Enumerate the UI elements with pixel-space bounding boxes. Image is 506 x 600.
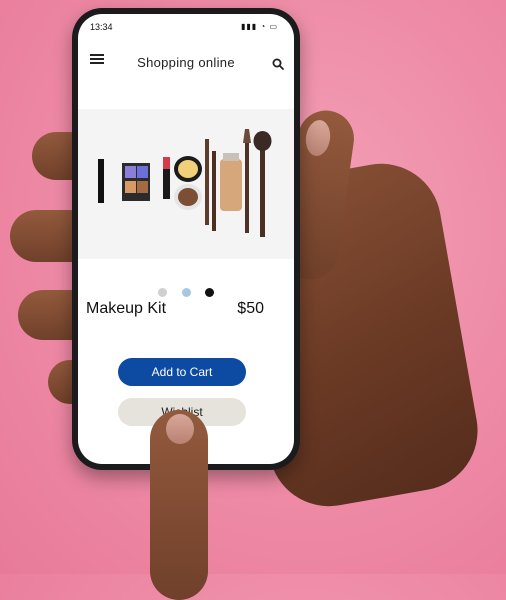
phone-screen: 13:34 ▮▮▮ ◔ ▭ Shopping online Makeup Kit… (78, 14, 294, 464)
status-time: 13:34 (90, 22, 113, 32)
product-name: Makeup Kit (86, 300, 167, 317)
page-title: Shopping online (137, 55, 235, 70)
product-image (78, 109, 294, 259)
status-icons: ▮▮▮ ◔ ▭ (240, 22, 278, 31)
index-finger-nail (166, 414, 194, 444)
carousel-dot-3[interactable] (204, 288, 214, 297)
product-price: $50 (237, 300, 264, 317)
carousel-dot-2[interactable] (181, 288, 191, 297)
add-to-cart-button[interactable]: Add to Cart (118, 358, 246, 386)
search-icon[interactable] (272, 58, 284, 70)
carousel-dot-1[interactable] (158, 288, 168, 297)
